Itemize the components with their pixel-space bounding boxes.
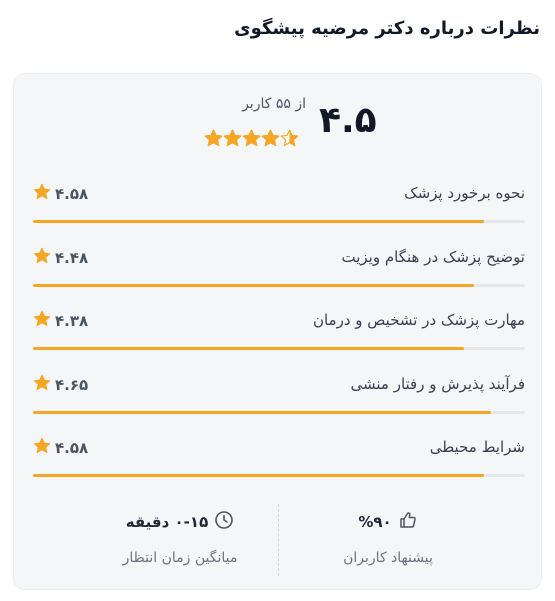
criteria-bar (33, 474, 525, 478)
star-icon (33, 183, 51, 205)
criteria-row: فرآیند پذیرش و رفتار منشی ۴.۶۵ (33, 363, 525, 427)
criteria-score-value: ۴.۳۸ (55, 312, 89, 331)
star-icon (33, 310, 51, 332)
reviews-card: از ۵۵ کاربر ۴.۵ نحوه برخورد پزشک ۴.۵۸ تو… (13, 73, 542, 590)
criteria-bar (33, 410, 525, 414)
criteria-bar (33, 283, 525, 287)
clock-icon (214, 510, 234, 534)
rating-meta: از ۵۵ کاربر (202, 96, 306, 112)
criteria-row: مهارت پزشک در تشخیص و درمان ۴.۳۸ (33, 299, 525, 363)
criteria-score: ۴.۴۸ (33, 246, 88, 270)
criteria-label: شرایط محیطی (429, 438, 525, 457)
criteria-bar (33, 220, 525, 223)
recommend-stat: %۹۰ پیشنهاد کاربران (298, 510, 478, 566)
criteria-score-value: ۴.۶۵ (55, 375, 89, 394)
overall-score: ۴.۵ (319, 100, 377, 141)
criteria-row: شرایط محیطی ۴.۵۸ (33, 426, 525, 490)
stats-divider (278, 504, 279, 576)
criteria-bar-fill (33, 283, 474, 287)
criteria-bar-fill (33, 347, 464, 351)
page-title: نظرات درباره دکتر مرضیه پیشگوی (234, 18, 540, 39)
rating-stars (204, 129, 304, 149)
criteria-bar-fill (33, 220, 484, 223)
stats-footer: ۰-۱۵ دقیقه میانگین زمان انتظار %۹۰ پیشنه… (14, 504, 541, 578)
rating-star-icon (223, 129, 242, 147)
criteria-bar-fill (33, 410, 491, 414)
criteria-row: نحوه برخورد پزشک ۴.۵۸ (33, 172, 525, 236)
criteria-score: ۴.۵۸ (33, 182, 88, 206)
wait-time-stat: ۰-۱۵ دقیقه میانگین زمان انتظار (80, 510, 280, 566)
rating-star-icon (242, 129, 261, 147)
criteria-score-value: ۴.۴۸ (55, 248, 89, 267)
criteria-bar (33, 347, 525, 351)
criteria-list: نحوه برخورد پزشک ۴.۵۸ توضیح پزشک در هنگا… (33, 172, 525, 490)
wait-time-value: ۰-۱۵ دقیقه (125, 513, 209, 531)
criteria-score-value: ۴.۵۸ (55, 439, 89, 458)
rating-summary: از ۵۵ کاربر ۴.۵ (14, 96, 541, 152)
criteria-label: نحوه برخورد پزشک (404, 184, 525, 202)
criteria-score: ۴.۶۵ (33, 373, 88, 397)
star-icon (33, 374, 51, 396)
criteria-label: فرآیند پذیرش و رفتار منشی (350, 374, 525, 393)
criteria-score: ۴.۵۸ (33, 436, 88, 460)
criteria-score: ۴.۳۸ (33, 309, 88, 333)
criteria-row: توضیح پزشک در هنگام ویزیت ۴.۴۸ (33, 236, 525, 300)
criteria-label: توضیح پزشک در هنگام ویزیت (341, 247, 526, 266)
rating-star-icon (261, 129, 280, 147)
rating-star-icon (204, 129, 223, 147)
thumbs-up-icon (398, 510, 418, 534)
rating-star-icon (280, 129, 299, 147)
criteria-score-value: ۴.۵۸ (55, 185, 89, 203)
star-icon (33, 437, 51, 459)
wait-time-label: میانگین زمان انتظار (122, 550, 238, 566)
recommend-label: پیشنهاد کاربران (343, 550, 433, 566)
users-count: از ۵۵ کاربر (242, 96, 306, 112)
criteria-label: مهارت پزشک در تشخیص و درمان (312, 311, 525, 330)
recommend-value: %۹۰ (358, 513, 392, 531)
criteria-bar-fill (33, 474, 484, 478)
star-icon (33, 247, 51, 269)
